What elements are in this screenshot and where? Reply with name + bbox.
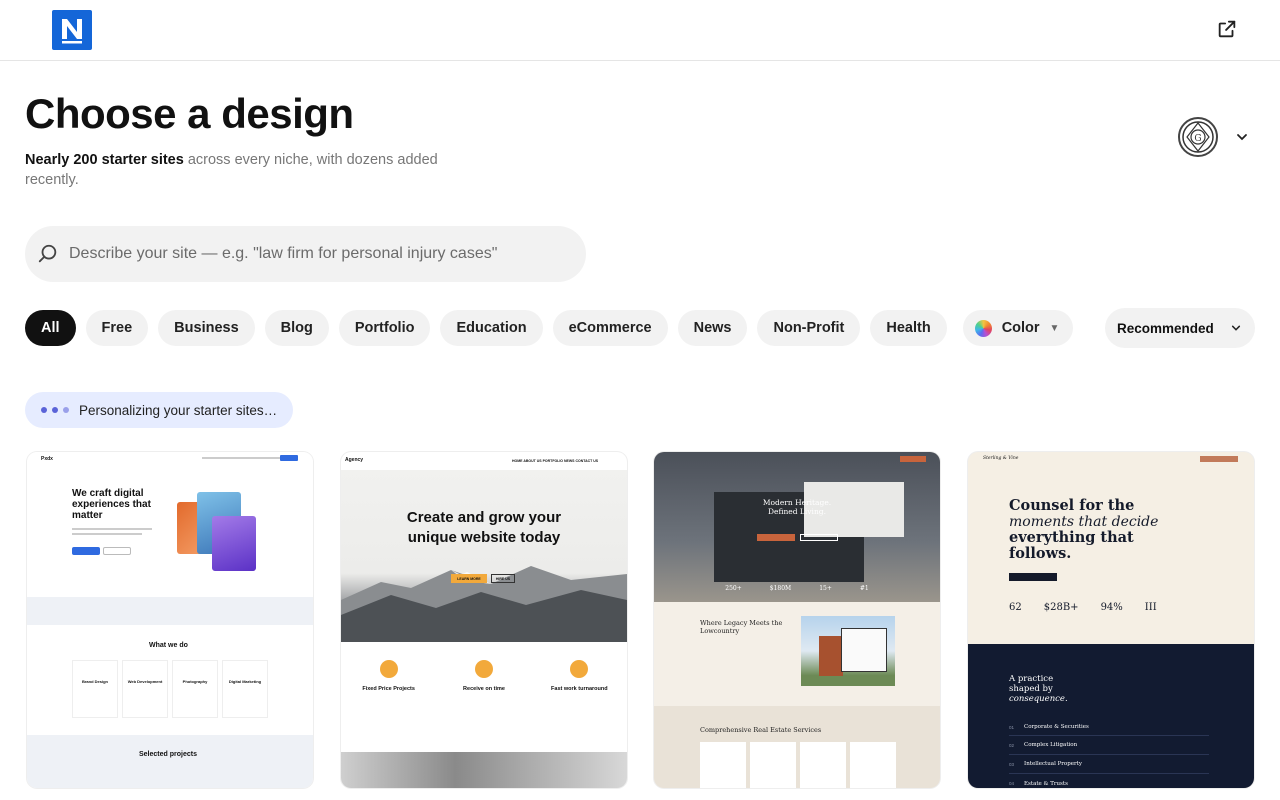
chevron-down-icon xyxy=(1237,134,1247,141)
chevron-down-icon xyxy=(1231,325,1241,331)
svg-text:G: G xyxy=(1194,134,1201,144)
search-input[interactable] xyxy=(69,245,539,263)
card-2-feature: Receive on time xyxy=(463,686,505,692)
sort-label: Recommended xyxy=(1117,320,1214,336)
card-1-logos-strip xyxy=(27,597,313,625)
card-1-service: Web Development xyxy=(122,660,168,718)
card-4-area-number: 02 xyxy=(1009,742,1015,748)
filter-chip-free[interactable]: Free xyxy=(85,310,149,346)
caret-down-icon: ▼ xyxy=(1049,322,1060,334)
search-bar[interactable] xyxy=(25,226,586,282)
card-3-services-title: Comprehensive Real Estate Services xyxy=(700,726,822,734)
top-bar xyxy=(0,0,1280,61)
filter-chip-news[interactable]: News xyxy=(677,310,748,346)
card-1-headline: We craft digital experiences that matter xyxy=(72,488,151,521)
card-4-area-number: 03 xyxy=(1009,761,1015,767)
page-title: Choose a design xyxy=(25,90,354,137)
filter-chip-health[interactable]: Health xyxy=(870,310,947,346)
card-2-hire-us: HIRE US xyxy=(491,574,515,583)
card-2-nav: HOME ABOUT US PORTFOLIO NEWS CONTACT US xyxy=(512,459,599,463)
card-4-headline-b: moments that decide xyxy=(1009,514,1159,530)
card-1-brand: Pxdx xyxy=(41,456,53,462)
loading-dots-icon xyxy=(41,407,69,413)
card-4-area-number: 04 xyxy=(1009,781,1015,786)
card-1-service: Photography xyxy=(172,660,218,718)
card-4-stat: $28B+ xyxy=(1043,602,1079,613)
filter-chip-non-profit[interactable]: Non-Profit xyxy=(757,310,861,346)
page-subtitle: Nearly 200 starter sites across every ni… xyxy=(25,150,465,190)
personalizing-status: Personalizing your starter sites… xyxy=(25,392,294,428)
card-1-service: Brand Design xyxy=(72,660,118,718)
card-4-brand: Sterling & Vine xyxy=(983,456,1019,461)
card-4-stat: III xyxy=(1144,602,1157,613)
card-1-projects-title: Selected projects xyxy=(139,751,197,758)
filter-chip-portfolio[interactable]: Portfolio xyxy=(338,310,431,346)
template-card-4[interactable]: Sterling & Vine Counsel for the moments … xyxy=(968,452,1254,788)
template-card-3[interactable]: Modern Heritage. Defined Living. 250+ $1… xyxy=(654,452,940,788)
filter-chip-education[interactable]: Education xyxy=(440,310,543,346)
template-card-1[interactable]: Pxdx We craft digital experiences that m… xyxy=(27,452,313,788)
card-3-services-band: Comprehensive Real Estate Services xyxy=(654,706,940,788)
card-1-projects-band: Selected projects xyxy=(27,735,313,788)
card-1-section-title: What we do xyxy=(149,642,188,649)
filter-chip-business[interactable]: Business xyxy=(158,310,255,346)
color-wheel-icon xyxy=(974,319,992,337)
gem-icon xyxy=(474,660,493,678)
card-4-headline-c: everything that follows. xyxy=(1009,529,1134,562)
sort-dropdown[interactable]: Recommended xyxy=(1105,308,1255,348)
card-1-hero: Pxdx We craft digital experiences that m… xyxy=(27,452,313,597)
card-4-headline-a: Counsel for the xyxy=(1009,497,1135,514)
card-3-section-title: Where Legacy Meets the Lowcountry xyxy=(700,619,783,635)
card-4-areas: 01 Corporate & Securities 02 Complex Litig… xyxy=(1009,719,1209,788)
template-card-2[interactable]: Agency HOME ABOUT US PORTFOLIO NEWS CONT… xyxy=(341,452,627,788)
account-menu[interactable]: G xyxy=(1178,117,1248,157)
external-link-icon[interactable] xyxy=(1216,18,1240,42)
card-3-house-image xyxy=(801,616,895,686)
subtitle-highlight: Nearly 200 starter sites xyxy=(25,152,184,168)
card-4-stat: 94% xyxy=(1100,602,1123,613)
card-2-headline: Create and grow your unique website toda… xyxy=(406,509,562,546)
check-icon xyxy=(379,660,398,678)
n-logo-icon[interactable] xyxy=(52,10,92,50)
card-2-hero: Create and grow your unique website toda… xyxy=(341,470,627,642)
card-3-stats: 250+ $180M 15+ #1 xyxy=(654,576,940,600)
bolt-icon xyxy=(570,660,589,678)
seal-avatar-icon: G xyxy=(1178,117,1218,157)
personalizing-text: Personalizing your starter sites… xyxy=(79,402,278,418)
filter-chip-blog[interactable]: Blog xyxy=(264,310,329,346)
filter-chip-all[interactable]: All xyxy=(25,310,76,346)
color-filter-dropdown[interactable]: Color ▼ xyxy=(962,310,1074,346)
card-2-brand: Agency xyxy=(345,457,364,463)
card-2-feature: Fast work turnaround xyxy=(551,686,608,692)
card-2-learn-more: LEARN MORE xyxy=(451,574,487,583)
card-4-stats: 62 $28B+ 94% III xyxy=(1009,602,1209,613)
filter-chip-ecommerce[interactable]: eCommerce xyxy=(552,310,668,346)
card-1-services: Brand Design Web Development Photography… xyxy=(72,660,268,718)
card-1-service: Digital Marketing xyxy=(222,660,268,718)
card-4-practice-c: consequence. xyxy=(1009,694,1068,704)
color-filter-label: Color xyxy=(1001,320,1040,336)
card-2-footer-image xyxy=(341,752,627,788)
card-3-headline: Modern Heritage. Defined Living. xyxy=(762,498,832,516)
card-3-stat: $180M xyxy=(769,584,792,592)
card-3-stat: 250+ xyxy=(725,584,742,592)
card-4-practice-b: shaped by xyxy=(1009,684,1053,694)
card-4-practice-a: A practice xyxy=(1009,674,1054,684)
card-4-area-number: 01 xyxy=(1009,724,1015,730)
card-3-stat: #1 xyxy=(859,584,869,592)
search-icon xyxy=(38,244,57,263)
mountains-illustration xyxy=(341,566,627,642)
card-4-stat: 62 xyxy=(1009,602,1022,613)
card-4-area: Corporate & Securities xyxy=(1024,724,1089,730)
card-3-stat: 15+ xyxy=(819,584,832,592)
card-4-area: Estate & Trusts xyxy=(1024,780,1068,787)
card-2-features: Fixed Price Projects Receive on time Fas… xyxy=(341,660,627,740)
card-4-area: Complex Litigation xyxy=(1024,742,1078,748)
card-2-feature: Fixed Price Projects xyxy=(362,686,415,692)
card-4-area: Intellectual Property xyxy=(1024,761,1082,767)
category-filters: All Free Business Blog Portfolio Educati… xyxy=(25,310,1074,346)
card-4-practice-band: A practice shaped by consequence. 01 Corp… xyxy=(968,644,1254,788)
